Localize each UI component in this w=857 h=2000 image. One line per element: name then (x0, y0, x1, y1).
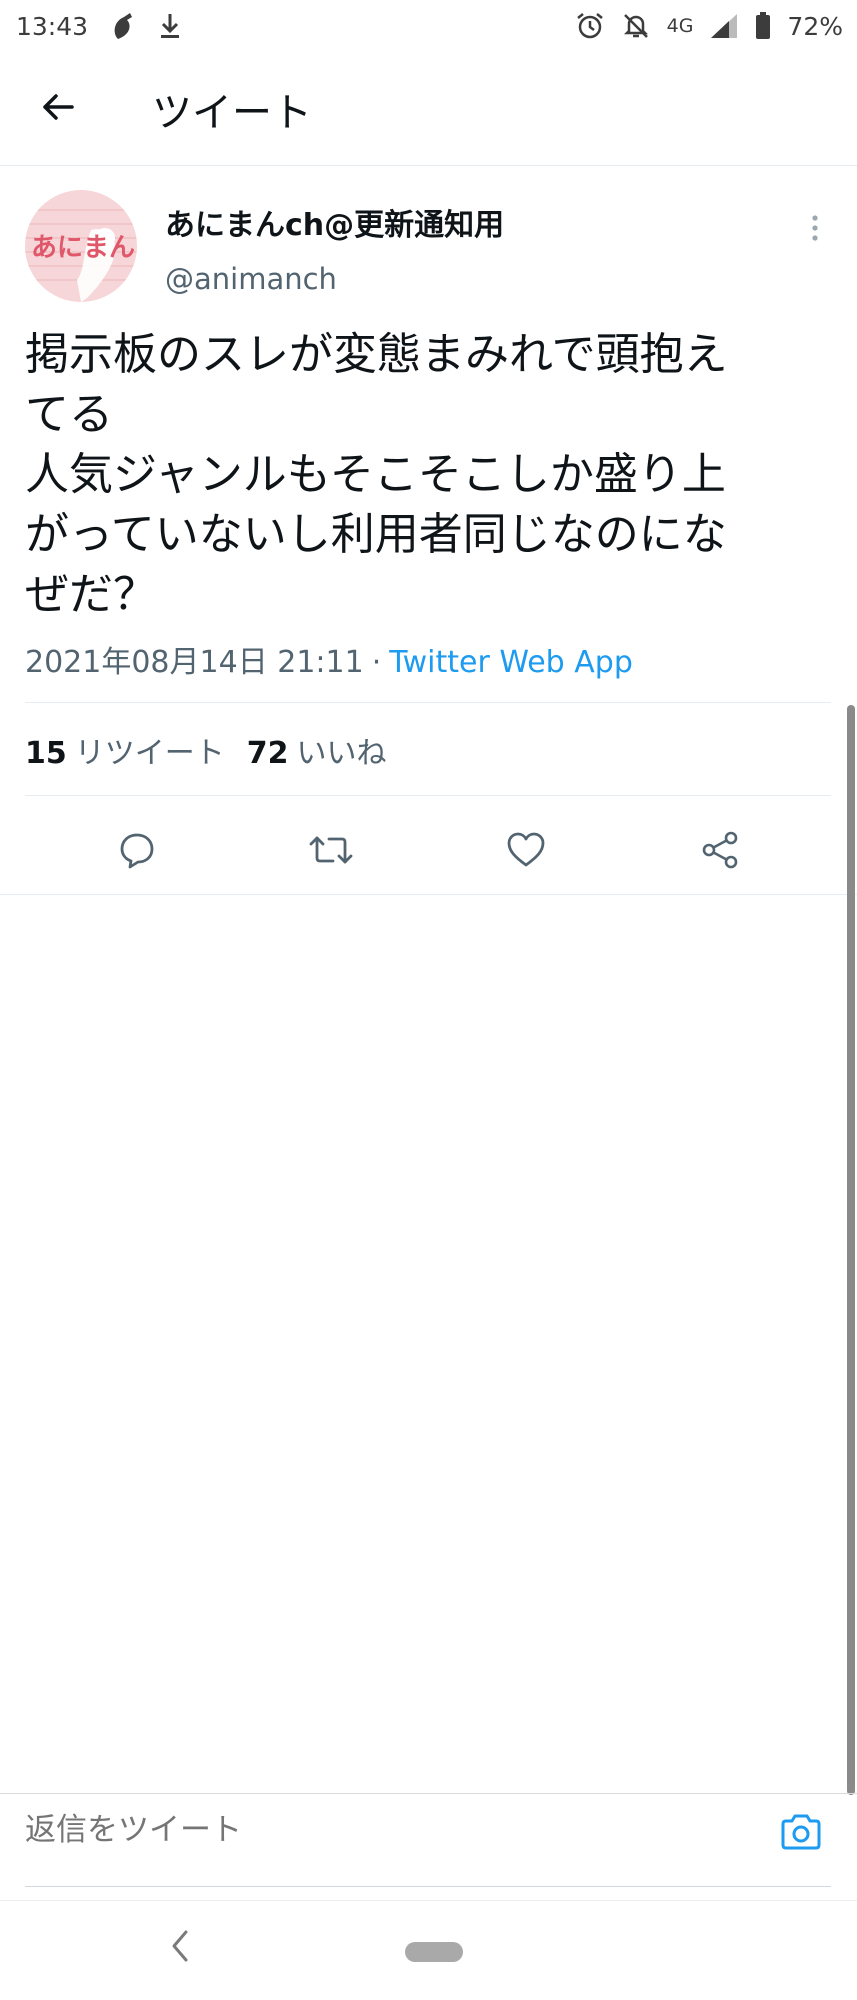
reply-icon (117, 830, 157, 874)
avatar[interactable]: あにまん (25, 190, 137, 302)
system-nav-bar (0, 1900, 857, 2000)
share-button[interactable] (690, 822, 750, 882)
arrow-left-icon (40, 89, 76, 129)
tweet-meta: 2021年08月14日 21:11 · Twitter Web App (25, 637, 633, 681)
tweet-stats: 15 リツイート 72 いいね (25, 728, 387, 772)
like-count: 72 (246, 736, 289, 771)
signal-icon (709, 12, 739, 40)
status-time: 13:43 (16, 11, 89, 41)
reply-bar (0, 1793, 857, 1888)
tweet-source-link[interactable]: Twitter Web App (389, 645, 633, 680)
more-vertical-icon (811, 214, 819, 246)
system-home-pill[interactable] (405, 1942, 463, 1962)
chevron-left-icon (170, 1929, 190, 1967)
retweet-count: 15 (25, 736, 67, 771)
share-icon (699, 830, 741, 874)
retweet-count-link[interactable]: 15 リツイート (25, 728, 225, 772)
meta-separator: · (371, 645, 382, 680)
battery-icon (755, 12, 771, 40)
battery-percent: 72% (787, 11, 843, 41)
more-options-button[interactable] (795, 210, 835, 250)
camera-button[interactable] (773, 1806, 829, 1862)
reply-button[interactable] (107, 822, 167, 882)
author-handle[interactable]: @animanch (165, 262, 504, 296)
retweet-icon (307, 830, 355, 874)
tweet-author: あにまん あにまんch@更新通知用 @animanch (25, 190, 835, 302)
system-back-button[interactable] (160, 1923, 200, 1973)
camera-icon (779, 1812, 823, 1856)
reply-underline (25, 1886, 831, 1887)
retweet-label: リツイート (74, 736, 225, 771)
app-header: ツイート (0, 52, 857, 166)
like-label: いいね (296, 736, 387, 771)
status-bar: 13:43 4G 72% (0, 0, 857, 52)
mute-icon (621, 11, 651, 41)
download-icon (158, 12, 182, 40)
divider (25, 795, 831, 796)
like-button[interactable] (496, 822, 556, 882)
tweet-actions (0, 810, 857, 895)
page-title: ツイート (152, 89, 312, 136)
divider (25, 702, 831, 703)
like-icon (505, 830, 547, 874)
back-button[interactable] (28, 79, 88, 139)
tweet-timestamp: 2021年08月14日 21:11 (25, 645, 364, 680)
tweet-text: 掲示板のスレが変態まみれで頭抱え てる 人気ジャンルもそこそこしか盛り上 がって… (25, 329, 728, 620)
scrollbar[interactable] (847, 705, 855, 1795)
network-type: 4G (666, 15, 694, 37)
like-count-link[interactable]: 72 いいね (247, 728, 387, 772)
author-display-name[interactable]: あにまんch@更新通知用 (165, 200, 504, 244)
app-notification-icon (110, 11, 136, 41)
avatar-logo-text: あにまん (31, 233, 135, 263)
alarm-icon (575, 11, 605, 41)
reply-input[interactable] (25, 1812, 725, 1848)
retweet-button[interactable] (301, 822, 361, 882)
